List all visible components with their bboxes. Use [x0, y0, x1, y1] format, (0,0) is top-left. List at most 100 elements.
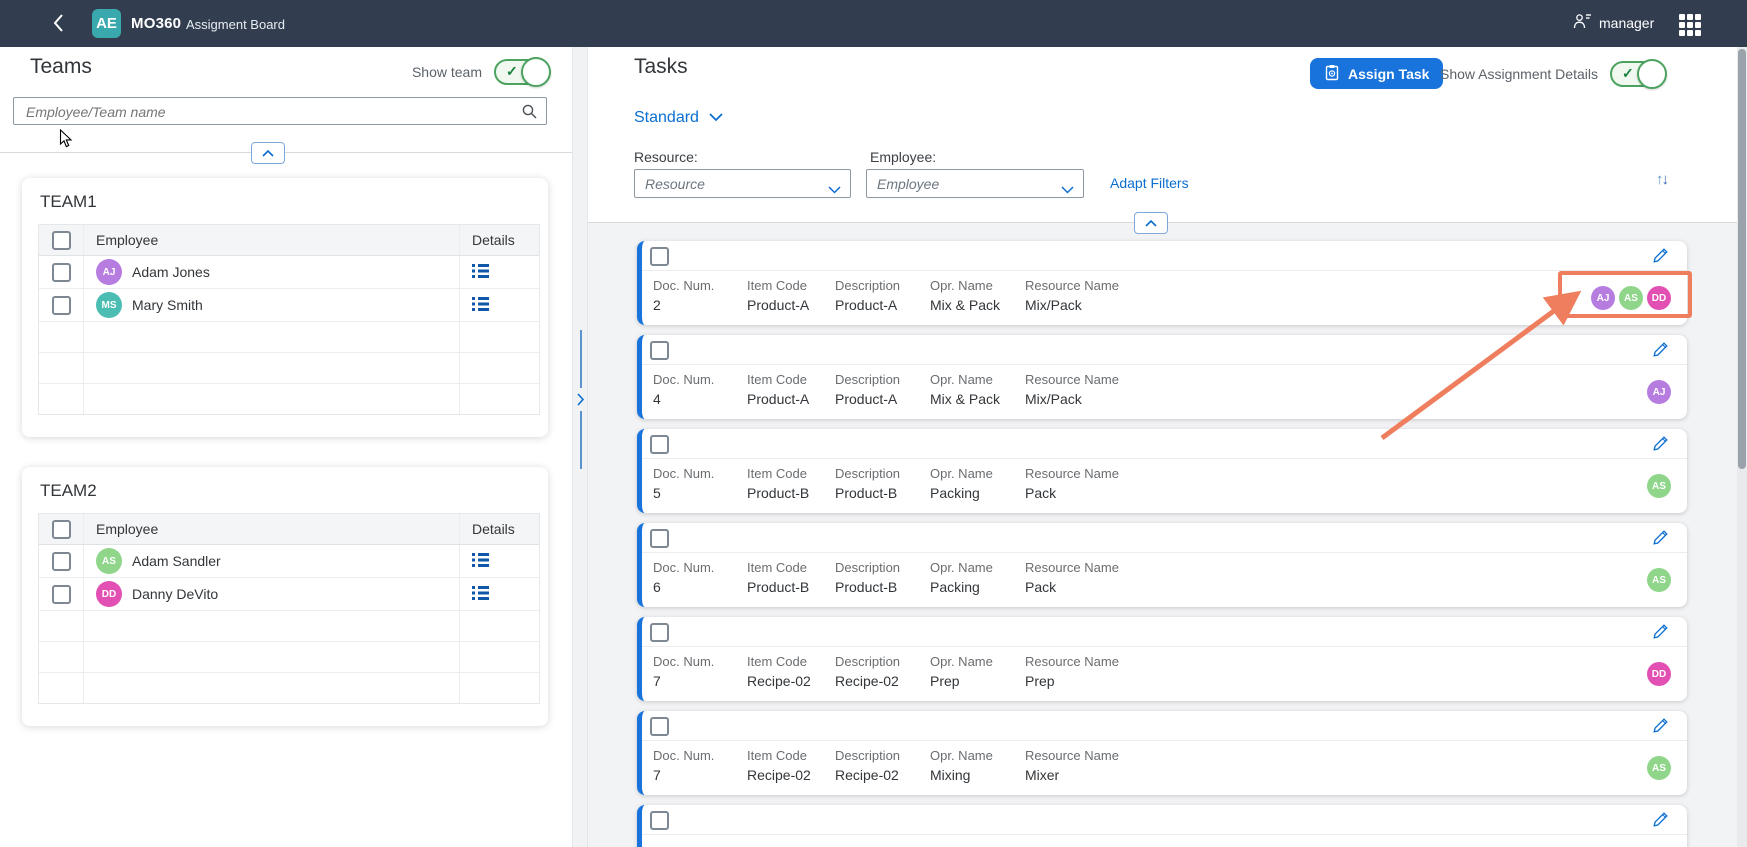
member-checkbox[interactable]	[52, 296, 71, 315]
task-field-label: Item Code	[747, 372, 835, 388]
task-field-value: Product-B	[835, 485, 930, 501]
task-checkbox[interactable]	[650, 717, 669, 736]
show-team-toggle[interactable]: ✓	[494, 59, 550, 85]
task-checkbox[interactable]	[650, 811, 669, 830]
task-field-value: Packing	[930, 579, 1025, 595]
team-search-input[interactable]	[24, 101, 508, 123]
task-checkbox[interactable]	[650, 529, 669, 548]
task-field-item_code: Item CodeRecipe-02	[747, 748, 835, 783]
splitter-grip-line	[580, 330, 582, 388]
resource-filter-placeholder: Resource	[645, 176, 705, 192]
edit-pencil-icon[interactable]	[1652, 341, 1669, 363]
details-list-icon[interactable]	[472, 264, 489, 281]
task-field-label: Doc. Num.	[653, 466, 747, 482]
vertical-scrollbar[interactable]	[1737, 47, 1747, 847]
avatar-AS: AS	[1647, 568, 1671, 592]
select-all-cell	[39, 514, 84, 544]
task-checkbox-row	[642, 241, 1687, 271]
task-field-description: DescriptionProduct-A	[835, 278, 930, 313]
splitter-expand-icon[interactable]	[577, 393, 585, 411]
details-list-icon[interactable]	[472, 586, 489, 603]
sort-button[interactable]: ↑↓	[1656, 171, 1669, 188]
task-field-description: DescriptionProduct-B	[835, 466, 930, 501]
task-checkbox[interactable]	[650, 435, 669, 454]
team-table: EmployeeDetailsASAdam SandlerDDDanny DeV…	[38, 513, 540, 704]
task-field-value: Packing	[930, 485, 1025, 501]
variant-name: Standard	[634, 109, 699, 127]
member-name: Adam Jones	[132, 264, 210, 280]
teams-title: Teams	[30, 55, 92, 79]
user-menu[interactable]: manager	[1573, 13, 1654, 32]
task-field-value: Product-B	[747, 485, 835, 501]
task-field-value: Recipe-02	[835, 673, 930, 689]
task-data-row: Doc. Num.2Item CodeProduct-ADescriptionP…	[642, 271, 1687, 313]
user-name: manager	[1599, 15, 1654, 31]
task-card: Doc. Num.6Item CodeProduct-BDescriptionP…	[637, 523, 1687, 607]
show-assignment-details-toggle[interactable]: ✓	[1610, 61, 1666, 87]
panel-splitter[interactable]	[572, 47, 588, 847]
assignee-avatars: AS	[1647, 474, 1671, 498]
edit-pencil-icon[interactable]	[1652, 435, 1669, 457]
empty-checkbox-cell	[39, 353, 84, 383]
avatar-DD: DD	[1647, 662, 1671, 686]
task-checkbox[interactable]	[650, 341, 669, 360]
edit-pencil-icon[interactable]	[1652, 811, 1669, 833]
employee-column-header: Employee	[84, 521, 459, 537]
task-field-item_code: Item CodeProduct-B	[747, 560, 835, 595]
member-checkbox[interactable]	[52, 263, 71, 282]
edit-pencil-icon[interactable]	[1652, 623, 1669, 645]
edit-pencil-icon[interactable]	[1652, 717, 1669, 739]
empty-row	[39, 611, 539, 642]
task-field-doc_num: Doc. Num.2	[653, 278, 747, 313]
task-field-label: Item Code	[747, 748, 835, 764]
select-all-checkbox[interactable]	[52, 231, 71, 250]
task-card: Doc. Num.7Item CodeRecipe-02DescriptionR…	[637, 617, 1687, 701]
empty-checkbox-cell	[39, 322, 84, 352]
app-title: Assigment Board	[186, 17, 285, 32]
details-list-icon[interactable]	[472, 553, 489, 570]
task-field-value: Pack	[1025, 579, 1245, 595]
adapt-filters-link[interactable]: Adapt Filters	[1110, 175, 1189, 191]
team-table: EmployeeDetailsAJAdam JonesMSMary Smith	[38, 224, 540, 415]
assign-task-button[interactable]: Assign Task	[1310, 58, 1443, 89]
task-field-resource_name: Resource NameMix/Pack	[1025, 278, 1245, 313]
task-data-row: Doc. Num.5Item CodeProduct-BDescriptionP…	[642, 459, 1687, 501]
member-checkbox[interactable]	[52, 552, 71, 571]
task-field-value: Product-A	[747, 297, 835, 313]
team-table-header: EmployeeDetails	[39, 514, 539, 545]
resource-filter-combobox[interactable]: Resource	[634, 169, 851, 198]
variant-selector[interactable]: Standard	[634, 109, 723, 127]
scrollbar-thumb[interactable]	[1738, 49, 1746, 469]
assignment-board-page: AE MO360 Assigment Board manager Teams S…	[0, 0, 1747, 847]
search-icon[interactable]	[521, 103, 538, 125]
empty-details-cell	[459, 611, 539, 641]
task-checkbox[interactable]	[650, 623, 669, 642]
task-field-opr_name: Opr. NameMix & Pack	[930, 278, 1025, 313]
toggle-knob	[521, 57, 551, 87]
task-field-doc_num: Doc. Num.5	[653, 466, 747, 501]
task-field-resource_name: Resource NameMix/Pack	[1025, 372, 1245, 407]
task-field-label: Opr. Name	[930, 654, 1025, 670]
details-list-icon[interactable]	[472, 297, 489, 314]
app-logo: AE	[92, 9, 121, 38]
task-field-resource_name: Resource NameMixer	[1025, 748, 1245, 783]
teams-header-divider	[0, 152, 572, 153]
team-member-row: MSMary Smith	[39, 289, 539, 322]
team-member-row: AJAdam Jones	[39, 256, 539, 289]
empty-details-cell	[459, 353, 539, 383]
team-search-box	[13, 97, 547, 125]
select-all-checkbox[interactable]	[52, 520, 71, 539]
edit-pencil-icon[interactable]	[1652, 247, 1669, 269]
task-card: Doc. Num.4Item CodeProduct-ADescriptionP…	[637, 335, 1687, 419]
back-button[interactable]	[52, 13, 68, 33]
edit-pencil-icon[interactable]	[1652, 529, 1669, 551]
member-checkbox[interactable]	[52, 585, 71, 604]
task-field-value: Mix/Pack	[1025, 391, 1245, 407]
teams-collapse-header-button[interactable]	[251, 142, 285, 164]
app-switcher-button[interactable]	[1679, 14, 1701, 36]
task-checkbox[interactable]	[650, 247, 669, 266]
member-name: Mary Smith	[132, 297, 203, 313]
tasks-collapse-header-button[interactable]	[1134, 212, 1168, 234]
employee-filter-combobox[interactable]: Employee	[866, 169, 1084, 198]
task-field-description: DescriptionProduct-A	[835, 372, 930, 407]
